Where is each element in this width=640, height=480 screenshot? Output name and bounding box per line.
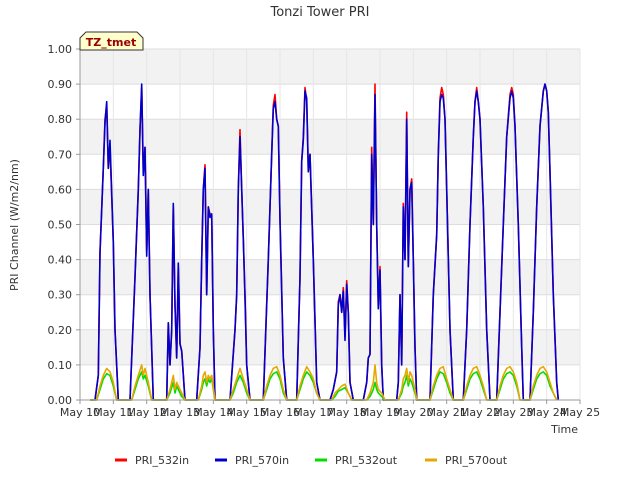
plot-band	[80, 224, 580, 260]
y-tick-label: 0.70	[48, 148, 73, 161]
x-axis-label: Time	[550, 423, 578, 436]
x-tick-label: May 25	[560, 406, 600, 419]
y-tick-label: 0.90	[48, 78, 73, 91]
y-tick-label: 0.80	[48, 113, 73, 126]
plot-band	[80, 294, 580, 330]
y-axis-label: PRI Channel (W/m2/nm)	[8, 159, 21, 291]
legend-label: PRI_570in	[235, 454, 289, 467]
x-tick-labels: May 10May 11May 12May 13May 14May 15May …	[60, 400, 600, 419]
legend: PRI_532in PRI_570in PRI_532out PRI_570out	[115, 454, 508, 467]
legend-label: PRI_532in	[135, 454, 189, 467]
badge-label: TZ_tmet	[86, 36, 136, 49]
plot-band	[80, 259, 580, 295]
chart-title: Tonzi Tower PRI	[270, 5, 370, 20]
y-tick-labels: 0.000.100.200.300.400.500.600.700.800.90…	[48, 43, 80, 407]
plot-band	[80, 49, 580, 85]
y-tick-label: 1.00	[48, 43, 73, 56]
pri-line-chart: Tonzi Tower PRI 0.000.100.200.300.400.50…	[8, 5, 600, 467]
plot-band	[80, 84, 580, 120]
y-tick-label: 0.40	[48, 254, 73, 267]
y-tick-label: 0.10	[48, 359, 73, 372]
plot-band	[80, 119, 580, 155]
plot-band	[80, 329, 580, 365]
y-tick-label: 0.50	[48, 219, 73, 232]
y-tick-label: 0.60	[48, 183, 73, 196]
y-tick-label: 0.30	[48, 289, 73, 302]
legend-label: PRI_532out	[335, 454, 398, 467]
legend-label: PRI_570out	[445, 454, 508, 467]
station-badge: TZ_tmet	[79, 31, 144, 51]
y-tick-label: 0.20	[48, 324, 73, 337]
